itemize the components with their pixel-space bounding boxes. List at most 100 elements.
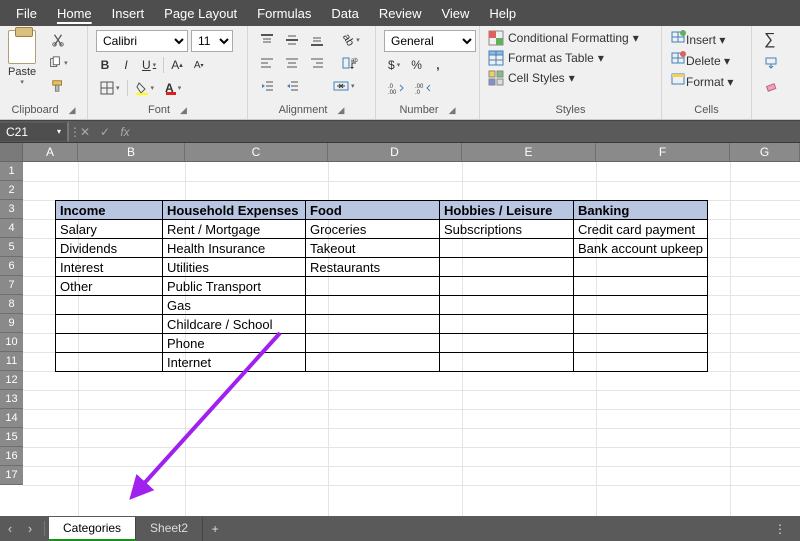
table-cell[interactable] [574,258,708,277]
font-size-select[interactable]: 11 [191,30,233,52]
row-header-2[interactable]: 2 [0,181,23,200]
menu-tab-page-layout[interactable]: Page Layout [154,2,247,25]
row-header-16[interactable]: 16 [0,447,23,466]
menu-tab-review[interactable]: Review [369,2,432,25]
row-header-14[interactable]: 14 [0,409,23,428]
table-cell[interactable]: Health Insurance [163,239,306,258]
fill-color-button[interactable]: ▾ [131,78,159,98]
table-header[interactable]: Food [306,201,440,220]
autosum-button[interactable]: ∑ [760,30,779,50]
table-cell[interactable]: Groceries [306,220,440,239]
menu-tab-data[interactable]: Data [321,2,368,25]
fill-button[interactable] [760,53,782,73]
decrease-decimal-button[interactable]: .00.0 [411,78,435,98]
table-cell[interactable] [440,296,574,315]
table-cell[interactable]: Restaurants [306,258,440,277]
table-cell[interactable]: Credit card payment [574,220,708,239]
clear-button[interactable] [760,76,782,96]
row-header-1[interactable]: 1 [0,162,23,181]
table-cell[interactable]: Rent / Mortgage [163,220,306,239]
italic-button[interactable]: I [117,55,135,75]
col-header-G[interactable]: G [730,143,800,161]
table-cell[interactable] [306,334,440,353]
insert-cells-button[interactable]: Insert ▾ [670,30,733,47]
table-header[interactable]: Banking [574,201,708,220]
sheet-tab[interactable]: Sheet2 [136,517,203,541]
increase-decimal-button[interactable]: .0.00 [384,78,408,98]
shrink-font-button[interactable]: A▾ [190,55,208,75]
table-cell[interactable] [440,258,574,277]
sheet-nav-next[interactable]: › [20,521,40,536]
font-name-select[interactable]: Calibri [96,30,188,52]
row-header-11[interactable]: 11 [0,352,23,371]
cell-styles-button[interactable]: Cell Styles▾ [488,70,639,86]
row-header-7[interactable]: 7 [0,276,23,295]
table-cell[interactable] [440,277,574,296]
currency-button[interactable]: $▾ [384,55,404,75]
table-cell[interactable] [574,334,708,353]
dialog-launcher-icon[interactable]: ◢ [180,105,187,116]
enter-formula-button[interactable]: ✓ [95,125,115,139]
cut-button[interactable] [44,30,72,50]
table-cell[interactable]: Bank account upkeep [574,239,708,258]
format-cells-button[interactable]: Format ▾ [670,72,733,89]
paste-button[interactable]: Paste ▾ [8,30,36,86]
row-header-13[interactable]: 13 [0,390,23,409]
sheet-menu-button[interactable]: ⋮ [774,522,788,536]
menu-tab-home[interactable]: Home [47,2,102,25]
table-cell[interactable]: Childcare / School [163,315,306,334]
borders-button[interactable]: ▾ [96,78,124,98]
table-cell[interactable] [440,334,574,353]
font-color-button[interactable]: A▾ [161,78,185,98]
conditional-formatting-button[interactable]: Conditional Formatting▾ [488,30,639,46]
align-right-button[interactable] [306,53,328,73]
menu-tab-view[interactable]: View [431,2,479,25]
percent-button[interactable]: % [407,55,426,75]
add-sheet-button[interactable]: + [203,522,227,536]
menu-tab-file[interactable]: File [6,2,47,25]
bold-button[interactable]: B [96,55,114,75]
table-cell[interactable]: Salary [56,220,163,239]
table-cell[interactable] [440,315,574,334]
table-cell[interactable]: Gas [163,296,306,315]
table-cell[interactable]: Public Transport [163,277,306,296]
table-header[interactable]: Hobbies / Leisure [440,201,574,220]
row-header-9[interactable]: 9 [0,314,23,333]
dialog-launcher-icon[interactable]: ◢ [69,105,76,116]
orientation-button[interactable]: ab▾ [338,30,364,50]
insert-function-button[interactable]: fx [115,125,135,139]
format-painter-button[interactable] [44,76,72,96]
table-cell[interactable] [56,296,163,315]
row-header-3[interactable]: 3 [0,200,23,219]
menu-tab-formulas[interactable]: Formulas [247,2,321,25]
row-header-6[interactable]: 6 [0,257,23,276]
table-cell[interactable] [440,239,574,258]
align-middle-button[interactable] [281,30,303,50]
col-header-B[interactable]: B [78,143,185,161]
table-cell[interactable] [306,277,440,296]
align-left-button[interactable] [256,53,278,73]
table-cell[interactable] [306,296,440,315]
cancel-formula-button[interactable]: ✕ [75,125,95,139]
table-cell[interactable]: Internet [163,353,306,372]
table-header[interactable]: Household Expenses [163,201,306,220]
delete-cells-button[interactable]: Delete ▾ [670,51,733,68]
col-header-E[interactable]: E [462,143,596,161]
table-cell[interactable] [56,334,163,353]
format-as-table-button[interactable]: Format as Table▾ [488,50,639,66]
select-all-corner[interactable] [0,143,23,161]
table-cell[interactable] [574,353,708,372]
table-cell[interactable] [306,353,440,372]
grow-font-button[interactable]: A▴ [167,55,187,75]
table-cell[interactable]: Utilities [163,258,306,277]
col-header-D[interactable]: D [328,143,462,161]
col-header-F[interactable]: F [596,143,730,161]
menu-tab-help[interactable]: Help [479,2,526,25]
decrease-indent-button[interactable] [256,76,278,96]
table-cell[interactable]: Subscriptions [440,220,574,239]
align-bottom-button[interactable] [306,30,328,50]
row-header-12[interactable]: 12 [0,371,23,390]
row-header-15[interactable]: 15 [0,428,23,447]
worksheet-data-table[interactable]: IncomeHousehold ExpensesFoodHobbies / Le… [55,200,708,372]
table-cell[interactable]: Phone [163,334,306,353]
